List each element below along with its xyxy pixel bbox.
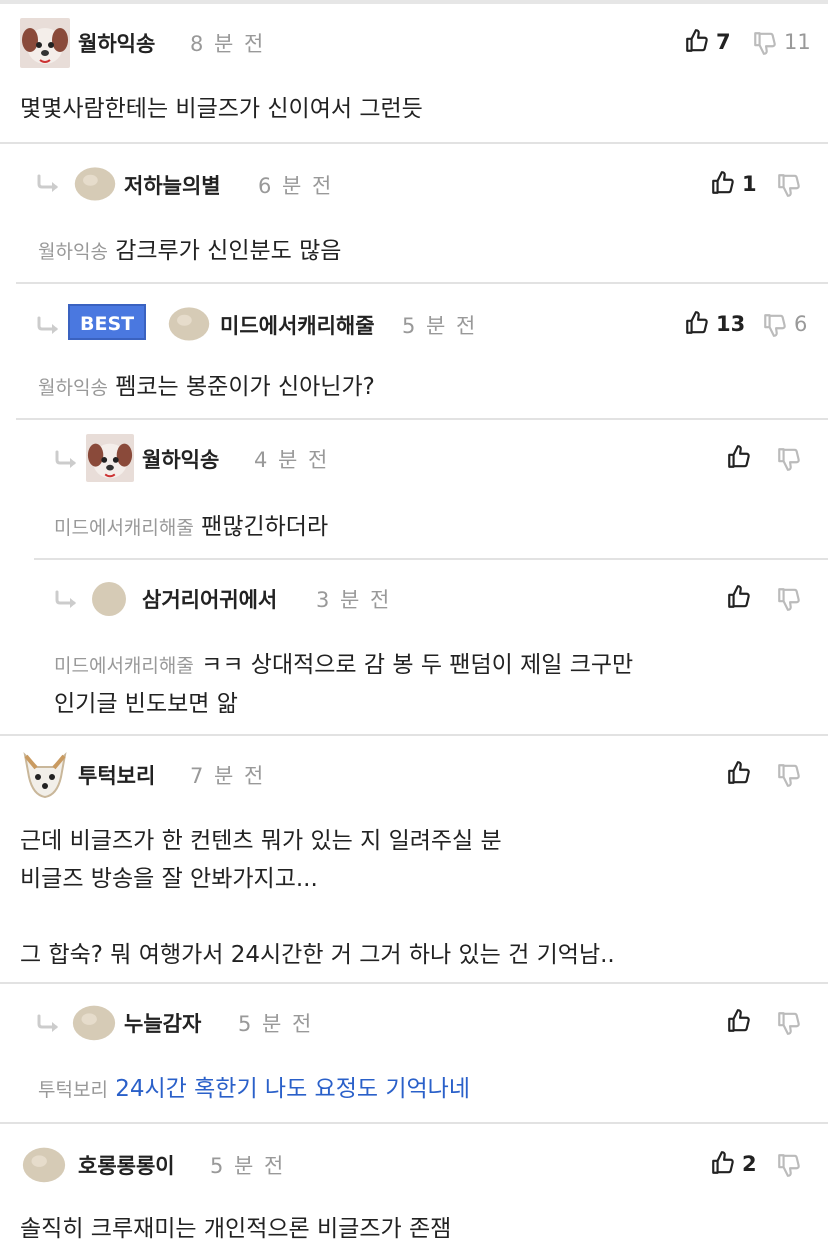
comment-item: 투턱보리 7 분 전 근데 비글즈가 한 컨텐츠 뭐가 있는 지 일려주실 분비… [0, 736, 828, 984]
comment-time: 8 분 전 [190, 32, 266, 56]
nested-reply-item: 월하익송 4 분 전 미드에서캐리해줄 팬많긴하더라 [0, 420, 828, 560]
mention-author[interactable]: 미드에서캐리해줄 [54, 517, 194, 539]
comment-author[interactable]: 누늘감자 [124, 1008, 201, 1038]
comment-time: 7 분 전 [190, 764, 266, 788]
avatar[interactable] [86, 434, 134, 482]
nested-reply-item: 삼거리어귀에서 3 분 전 미드에서캐리해줄 ㅋㅋ 상대적으로 감 봉 두 팬덤… [0, 560, 828, 736]
avatar[interactable] [92, 582, 126, 616]
reply-item: 누늘감자 5 분 전 투턱보리 24시간 혹한기 나도 요정도 기억나네 [0, 984, 828, 1124]
thumbs-down-icon[interactable] [776, 586, 802, 612]
like-count: 2 [742, 1152, 757, 1176]
thumbs-up-icon[interactable] [726, 1008, 752, 1034]
best-badge: BEST [68, 304, 147, 340]
blob-avatar-icon [20, 1140, 68, 1188]
reply-arrow-icon [36, 316, 62, 336]
thumbs-down-icon[interactable] [776, 1010, 802, 1036]
comment-author[interactable]: 월하익송 [142, 444, 219, 474]
reply-text: 팬많긴하더라 [201, 514, 329, 540]
thumbs-down-icon[interactable] [776, 1152, 802, 1178]
dog-avatar-icon [86, 434, 134, 482]
thumbs-down-icon[interactable] [752, 30, 778, 56]
thumbs-down-icon[interactable] [776, 446, 802, 472]
comment-text-line-3: 그 합숙? 뭐 여행가서 24시간한 거 그거 하나 있는 건 기억남.. [20, 942, 615, 968]
thumbs-up-icon[interactable] [710, 1150, 736, 1176]
reply-arrow-icon [54, 590, 80, 610]
comment-author[interactable]: 호롱롱롱이 [78, 1150, 175, 1180]
comment-author[interactable]: 투턱보리 [78, 760, 155, 790]
like-count: 7 [716, 30, 731, 54]
avatar[interactable] [20, 1140, 68, 1188]
reply-text-line-1: ㅋㅋ 상대적으로 감 봉 두 팬덤이 제일 크구만 [201, 652, 634, 678]
avatar[interactable] [20, 18, 70, 68]
reply-arrow-icon [54, 450, 80, 470]
dislike-count: 11 [784, 30, 811, 54]
comment-text: 몇몇사람한테는 비글즈가 신이여서 그런듯 [20, 96, 423, 122]
reply-arrow-icon [36, 1014, 62, 1034]
comment-text: 미드에서캐리해줄 팬많긴하더라 [54, 508, 328, 547]
reply-item-best: BEST 미드에서캐리해줄 5 분 전 13 6 월하익송 펨코는 봉준이가 신… [0, 284, 828, 420]
comment-time: 6 분 전 [258, 174, 334, 198]
comment-text: 미드에서캐리해줄 ㅋㅋ 상대적으로 감 봉 두 팬덤이 제일 크구만인기글 빈도… [54, 646, 633, 723]
thumbs-down-icon[interactable] [762, 312, 788, 338]
mention-author[interactable]: 월하익송 [38, 377, 108, 399]
dog-avatar-icon [20, 18, 70, 68]
blob-avatar-icon [166, 300, 212, 346]
dislike-count: 6 [794, 312, 808, 336]
thumbs-up-icon[interactable] [726, 444, 752, 470]
thumbs-up-icon[interactable] [726, 760, 752, 786]
avatar[interactable] [20, 750, 70, 800]
blob-avatar-icon [72, 160, 118, 206]
comment-author[interactable]: 삼거리어귀에서 [142, 584, 277, 614]
reply-item: 저하늘의별 6 분 전 1 월하익송 감크루가 신인분도 많음 [0, 144, 828, 284]
reply-text: 감크루가 신인분도 많음 [115, 238, 342, 264]
thumbs-down-icon[interactable] [776, 762, 802, 788]
comment-author[interactable]: 월하익송 [78, 28, 155, 58]
reply-arrow-icon [36, 174, 62, 194]
like-count: 13 [716, 312, 746, 336]
comment-text-line-2: 비글즈 방송을 잘 안봐가지고... [20, 866, 318, 892]
thumbs-down-icon[interactable] [776, 172, 802, 198]
like-count: 1 [742, 172, 757, 196]
comment-text: 월하익송 펨코는 봉준이가 신아닌가? [38, 368, 375, 407]
comment-text: 월하익송 감크루가 신인분도 많음 [38, 232, 341, 271]
comment-time: 5 분 전 [402, 314, 478, 338]
mention-author[interactable]: 투턱보리 [38, 1079, 108, 1101]
comment-time: 5 분 전 [238, 1012, 314, 1036]
comment-author[interactable]: 저하늘의별 [124, 170, 221, 200]
avatar[interactable] [166, 300, 212, 346]
avatar[interactable] [70, 998, 118, 1046]
thumbs-up-icon[interactable] [726, 584, 752, 610]
reply-text: 펨코는 봉준이가 신아닌가? [115, 374, 375, 400]
fox-avatar-icon [20, 750, 70, 800]
dog-avatar-icon [70, 998, 118, 1046]
comment-text: 근데 비글즈가 한 컨텐츠 뭐가 있는 지 일려주실 분비글즈 방송을 잘 안봐… [20, 822, 615, 974]
comment-text-line-1: 근데 비글즈가 한 컨텐츠 뭐가 있는 지 일려주실 분 [20, 828, 502, 854]
reply-text-line-2: 인기글 빈도보면 앎 [54, 691, 238, 717]
comment-item: 호롱롱롱이 5 분 전 2 솔직히 크루재미는 개인적으론 비글즈가 존잼 [0, 1124, 828, 1258]
reply-text: 24시간 혹한기 나도 요정도 기억나네 [115, 1076, 470, 1102]
thumbs-up-icon[interactable] [710, 170, 736, 196]
avatar[interactable] [72, 160, 118, 206]
comment-author[interactable]: 미드에서캐리해줄 [220, 310, 375, 340]
comment-time: 3 분 전 [316, 588, 392, 612]
mention-author[interactable]: 월하익송 [38, 241, 108, 263]
thumbs-up-icon[interactable] [684, 28, 710, 54]
mention-author[interactable]: 미드에서캐리해줄 [54, 655, 194, 677]
comment-text: 솔직히 크루재미는 개인적으론 비글즈가 존잼 [20, 1216, 452, 1242]
thumbs-up-icon[interactable] [684, 310, 710, 336]
comment-item: 월하익송 8 분 전 7 11 몇몇사람한테는 비글즈가 신이여서 그런듯 [0, 4, 828, 144]
comment-time: 5 분 전 [210, 1154, 286, 1178]
comment-text: 투턱보리 24시간 혹한기 나도 요정도 기억나네 [38, 1070, 470, 1109]
comment-time: 4 분 전 [254, 448, 330, 472]
